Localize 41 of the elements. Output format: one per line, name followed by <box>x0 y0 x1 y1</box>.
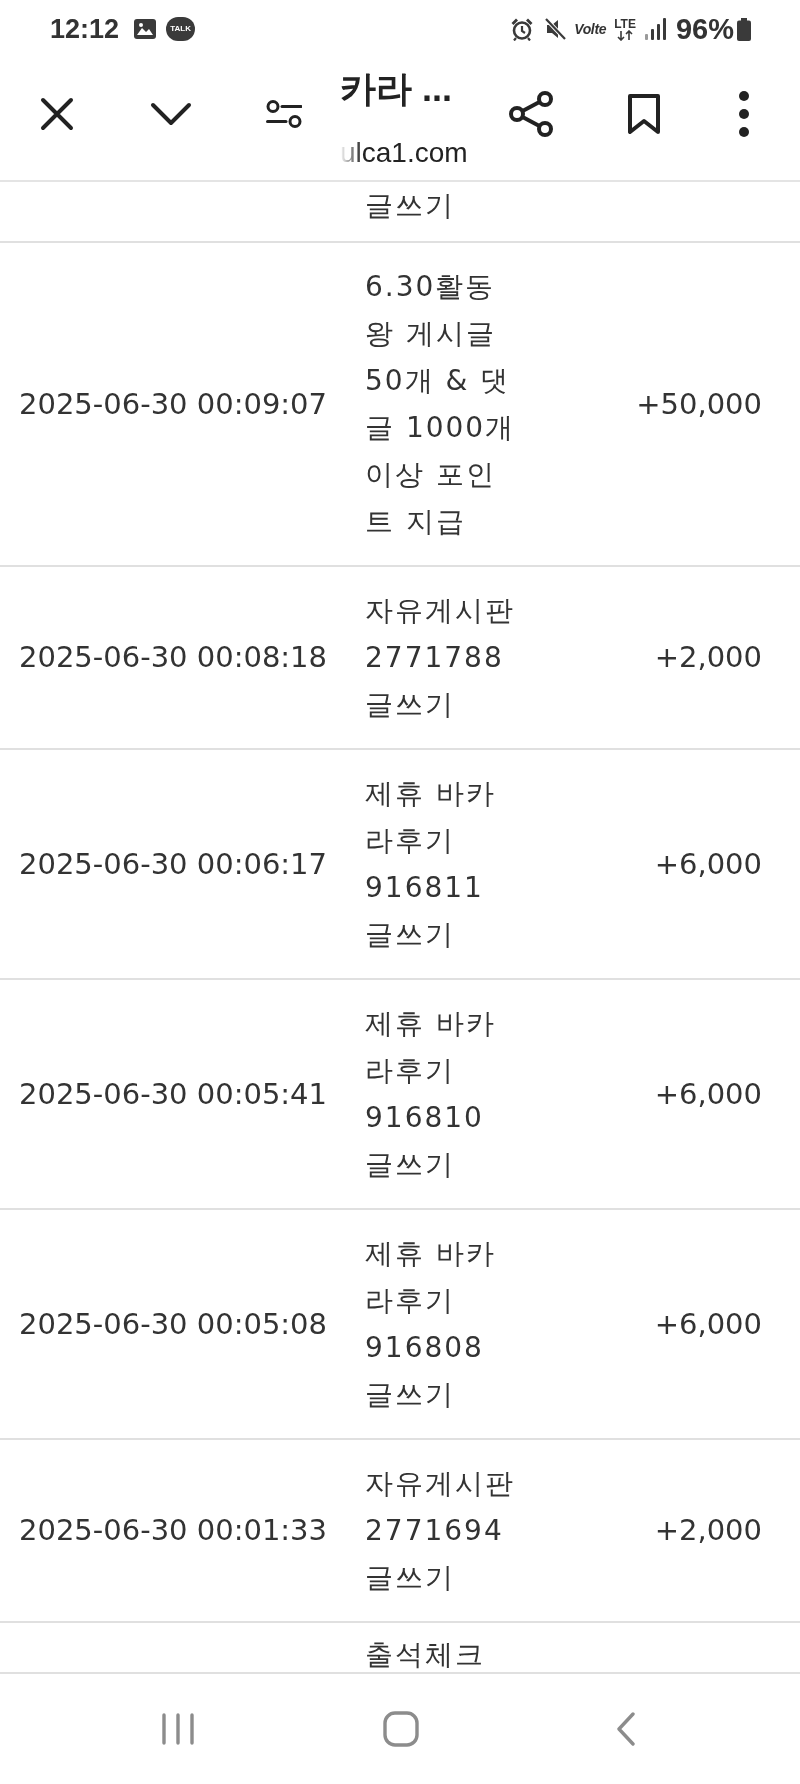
date-time: 2025-06-30 00:05:08 <box>19 1306 327 1341</box>
point-amount: +2,000 <box>654 1512 762 1549</box>
point-description: 자유게시판 2771788 글쓰기 <box>365 593 516 723</box>
point-description: 제휴 바카라후기 916808 글쓰기 <box>365 1236 497 1413</box>
point-amount: +6,000 <box>654 1075 762 1113</box>
status-time: 12:12 <box>50 15 120 43</box>
point-amount: +50,000 <box>636 385 762 423</box>
point-amount: +2,000 <box>654 639 762 676</box>
date-time: 2025-06-30 00:09:07 <box>19 386 327 421</box>
point-description: 글쓰기 <box>365 188 455 224</box>
share-icon[interactable] <box>509 91 553 137</box>
more-options-icon[interactable] <box>738 90 750 138</box>
point-description: 자유게시판 2771694 글쓰기 <box>365 1466 516 1596</box>
gallery-icon <box>134 19 157 39</box>
chevron-down-icon[interactable] <box>149 102 192 126</box>
point-description: 제휴 바카라후기 916810 글쓰기 <box>365 1006 497 1183</box>
point-amount: +6,000 <box>654 845 762 883</box>
sliders-icon[interactable] <box>265 100 302 128</box>
battery-percent: 96% <box>675 14 734 44</box>
date-time: 2025-06-30 00:01:33 <box>19 1513 327 1547</box>
date-time: 2025-06-30 00:06:17 <box>19 846 327 881</box>
date-time: 2025-06-30 00:05:41 <box>19 1076 327 1111</box>
point-description: 6.30활동 왕 게시글 50개 & 댓글 1000개 이상 포인트 지급 <box>365 269 517 540</box>
chat-badge: TALK <box>166 17 196 41</box>
bookmark-icon[interactable] <box>627 93 661 135</box>
point-amount: +6,000 <box>654 1305 762 1343</box>
date-time: 2025-06-30 00:08:18 <box>19 640 327 674</box>
close-icon[interactable] <box>40 97 74 131</box>
battery-icon <box>737 17 751 41</box>
point-description: 출석체크 <box>365 1638 485 1671</box>
back-icon[interactable] <box>616 1712 636 1746</box>
point-description: 제휴 바카라후기 916811 글쓰기 <box>365 776 497 953</box>
alarm-clock-icon <box>510 17 535 41</box>
page-url: ulca1.com <box>340 137 468 169</box>
home-icon[interactable] <box>383 1711 419 1747</box>
volte-label: Volte <box>574 22 607 36</box>
mute-icon <box>544 17 567 41</box>
signal-icon <box>644 18 666 40</box>
recent-apps-icon[interactable] <box>162 1713 194 1745</box>
page-title: 카라 ... <box>340 67 452 111</box>
network-label: LTE <box>614 17 636 30</box>
